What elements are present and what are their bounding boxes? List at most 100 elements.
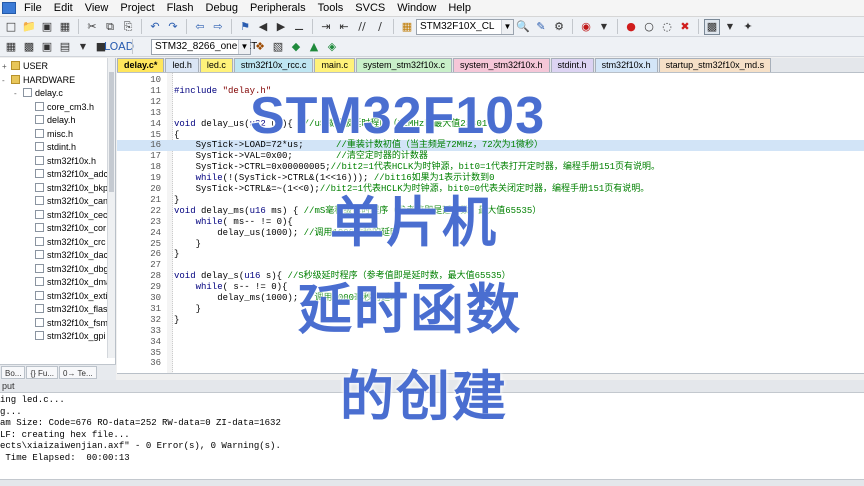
dropdown-icon[interactable]: ▼ (722, 19, 738, 35)
incremental-find-icon[interactable]: ⚙ (551, 19, 567, 35)
code-line[interactable]: 22 void delay_ms(u16 ms) { //mS毫秒级延时程序（参考… (117, 206, 864, 217)
tree-item[interactable]: misc.h (26, 128, 73, 141)
code-line[interactable]: 14 void delay_us(u32 us){ //uS微秒级延时程序（72M… (117, 119, 864, 130)
file-tab[interactable]: system_stm32f10x.h (452, 58, 550, 72)
tree-item[interactable]: stdint.h (26, 141, 76, 154)
redo-icon[interactable]: ↷ (165, 19, 181, 35)
menu-item-project[interactable]: Project (114, 0, 160, 16)
run-time-env-icon[interactable]: ◈ (324, 39, 340, 55)
code-line[interactable]: 25 } (117, 239, 864, 250)
save-all-icon[interactable]: ▦ (57, 19, 73, 35)
tree-item[interactable]: stm32f10x_dbg (26, 263, 109, 276)
chevron-down-icon[interactable]: ▼ (501, 19, 513, 34)
manage-components-icon[interactable]: ◆ (288, 39, 304, 55)
code-line[interactable]: 16 SysTick->LOAD=72*us; //重装计数初值（当主频是72M… (117, 140, 864, 152)
code-line[interactable]: 18 SysTick->CTRL=0x00000005;//bit2=1代表HC… (117, 162, 864, 173)
tree-item[interactable]: stm32f10x_gpi (26, 330, 106, 343)
file-tab[interactable]: startup_stm32f10x_md.s (658, 58, 772, 72)
paste-icon[interactable]: ⎘ (120, 19, 136, 35)
find-in-files-icon[interactable]: ▦ (399, 19, 415, 35)
file-tab[interactable]: stdint.h (550, 58, 594, 72)
prev-bookmark-icon[interactable]: ◀ (255, 19, 271, 35)
code-line[interactable]: 23 while( ms-- != 0){ (117, 217, 864, 228)
expander-icon[interactable]: - (14, 87, 23, 100)
code-line[interactable]: 33 (117, 326, 864, 337)
tree-item[interactable]: stm32f10x_dma (26, 276, 111, 289)
kill-breakpoints-icon[interactable]: ✖ (677, 19, 693, 35)
tree-item[interactable]: delay.h (26, 114, 75, 127)
nav-forward-icon[interactable]: ⇨ (210, 19, 226, 35)
code-line[interactable]: 31 } (117, 304, 864, 315)
clear-bookmarks-icon[interactable]: ⚊ (291, 19, 307, 35)
tree-item[interactable]: - delay.c (14, 87, 63, 100)
comment-icon[interactable]: // (354, 19, 370, 35)
replace-icon[interactable]: ✎ (533, 19, 549, 35)
expander-icon[interactable]: - (2, 74, 11, 87)
code-line[interactable]: 36 (117, 358, 864, 369)
project-combo[interactable]: STM32_8266_oneNET ▼ (151, 38, 257, 55)
tree-item[interactable]: stm32f10x_fsm (26, 317, 108, 330)
undo-icon[interactable]: ↶ (147, 19, 163, 35)
tree-item[interactable]: stm32f10x_dac (26, 249, 108, 262)
cut-icon[interactable]: ✂ (84, 19, 100, 35)
disable-breakpoint-icon[interactable]: ○ (641, 19, 657, 35)
file-tab[interactable]: led.c (199, 58, 233, 72)
batch-build-icon[interactable]: ▤ (57, 39, 73, 55)
tree-item[interactable]: core_cm3.h (26, 101, 94, 114)
file-tab[interactable]: stm32f10x_rcc.c (233, 58, 314, 72)
tree-item[interactable]: stm32f10x.h (26, 155, 96, 168)
download-icon[interactable]: LOAD (104, 39, 134, 55)
open-folder-icon[interactable]: 📁 (21, 19, 37, 35)
bookmark-icon[interactable]: ⚑ (237, 19, 253, 35)
tree-item[interactable]: stm32f10x_can (26, 195, 108, 208)
breakpoint-icon[interactable]: ● (623, 19, 639, 35)
code-line[interactable]: 27 (117, 260, 864, 271)
code-line[interactable]: 34 (117, 337, 864, 348)
file-tab[interactable]: stm32f10x.h (594, 58, 658, 72)
file-tab[interactable]: led.h (165, 58, 199, 72)
tree-item[interactable]: stm32f10x_bkp (26, 182, 108, 195)
dropdown-icon[interactable]: ▼ (75, 39, 91, 55)
code-line[interactable]: 32} (117, 315, 864, 326)
menu-item-view[interactable]: View (79, 0, 115, 16)
code-line[interactable]: 28 void delay_s(u16 s){ //S秒级延时程序（参考值即是延时… (117, 271, 864, 282)
target-combo[interactable]: STM32F10X_CL ▼ (416, 18, 514, 35)
configure-icon[interactable]: ✦ (740, 19, 756, 35)
code-line[interactable]: 11 #include "delay.h" (117, 86, 864, 97)
code-line[interactable]: 17 SysTick->VAL=0x00; //清空定时器的计数器 (117, 151, 864, 162)
code-line[interactable]: 24 delay_us(1000); //调用1000微秒的延时 (117, 228, 864, 239)
panel-tab[interactable]: Bo... (1, 366, 26, 379)
menu-item-peripherals[interactable]: Peripherals (244, 0, 312, 16)
menu-item-window[interactable]: Window (391, 0, 442, 16)
code-line[interactable]: 30 delay_ms(1000); //调用1000毫秒的延时 (117, 293, 864, 304)
code-line[interactable]: 21} (117, 195, 864, 206)
code-line[interactable]: 10 (117, 75, 864, 86)
panel-tab[interactable]: {} Fu... (26, 366, 59, 379)
tree-item[interactable]: - HARDWARE (2, 74, 75, 87)
select-pack-icon[interactable]: ▲ (306, 39, 322, 55)
menu-item-debug[interactable]: Debug (200, 0, 244, 16)
tree-item[interactable]: stm32f10x_exti (26, 290, 108, 303)
code-line[interactable]: 15 { (117, 130, 864, 141)
file-tab[interactable]: system_stm32f10x.c (355, 58, 452, 72)
translate-icon[interactable]: ▦ (3, 39, 19, 55)
next-bookmark-icon[interactable]: ▶ (273, 19, 289, 35)
tree-item[interactable]: stm32f10x_adc (26, 168, 108, 181)
indent-icon[interactable]: ⇥ (318, 19, 334, 35)
window-layout-icon[interactable]: ▩ (704, 18, 720, 35)
code-editor[interactable]: 10 11 #include "delay.h" 12 13 14 void delay_u… (117, 73, 864, 374)
menu-item-edit[interactable]: Edit (48, 0, 79, 16)
menu-item-file[interactable]: File (18, 0, 48, 16)
code-line[interactable]: 35 (117, 348, 864, 359)
code-line[interactable]: 20 SysTick->CTRL&=~(1<<0);//bit2=1代表HCLK… (117, 184, 864, 195)
tree-item[interactable]: stm32f10x_crc (26, 236, 106, 249)
tree-item[interactable]: stm32f10x_cec (26, 209, 108, 222)
dropdown-icon[interactable]: ▼ (596, 19, 612, 35)
file-tab[interactable]: main.c (314, 58, 355, 72)
find-icon[interactable]: 🔍 (515, 19, 531, 35)
copy-icon[interactable]: ⧉ (102, 19, 118, 35)
expander-icon[interactable]: + (2, 60, 11, 73)
chevron-down-icon[interactable]: ▼ (238, 39, 250, 54)
menu-item-svcs[interactable]: SVCS (349, 0, 391, 16)
code-line[interactable]: 13 (117, 108, 864, 119)
